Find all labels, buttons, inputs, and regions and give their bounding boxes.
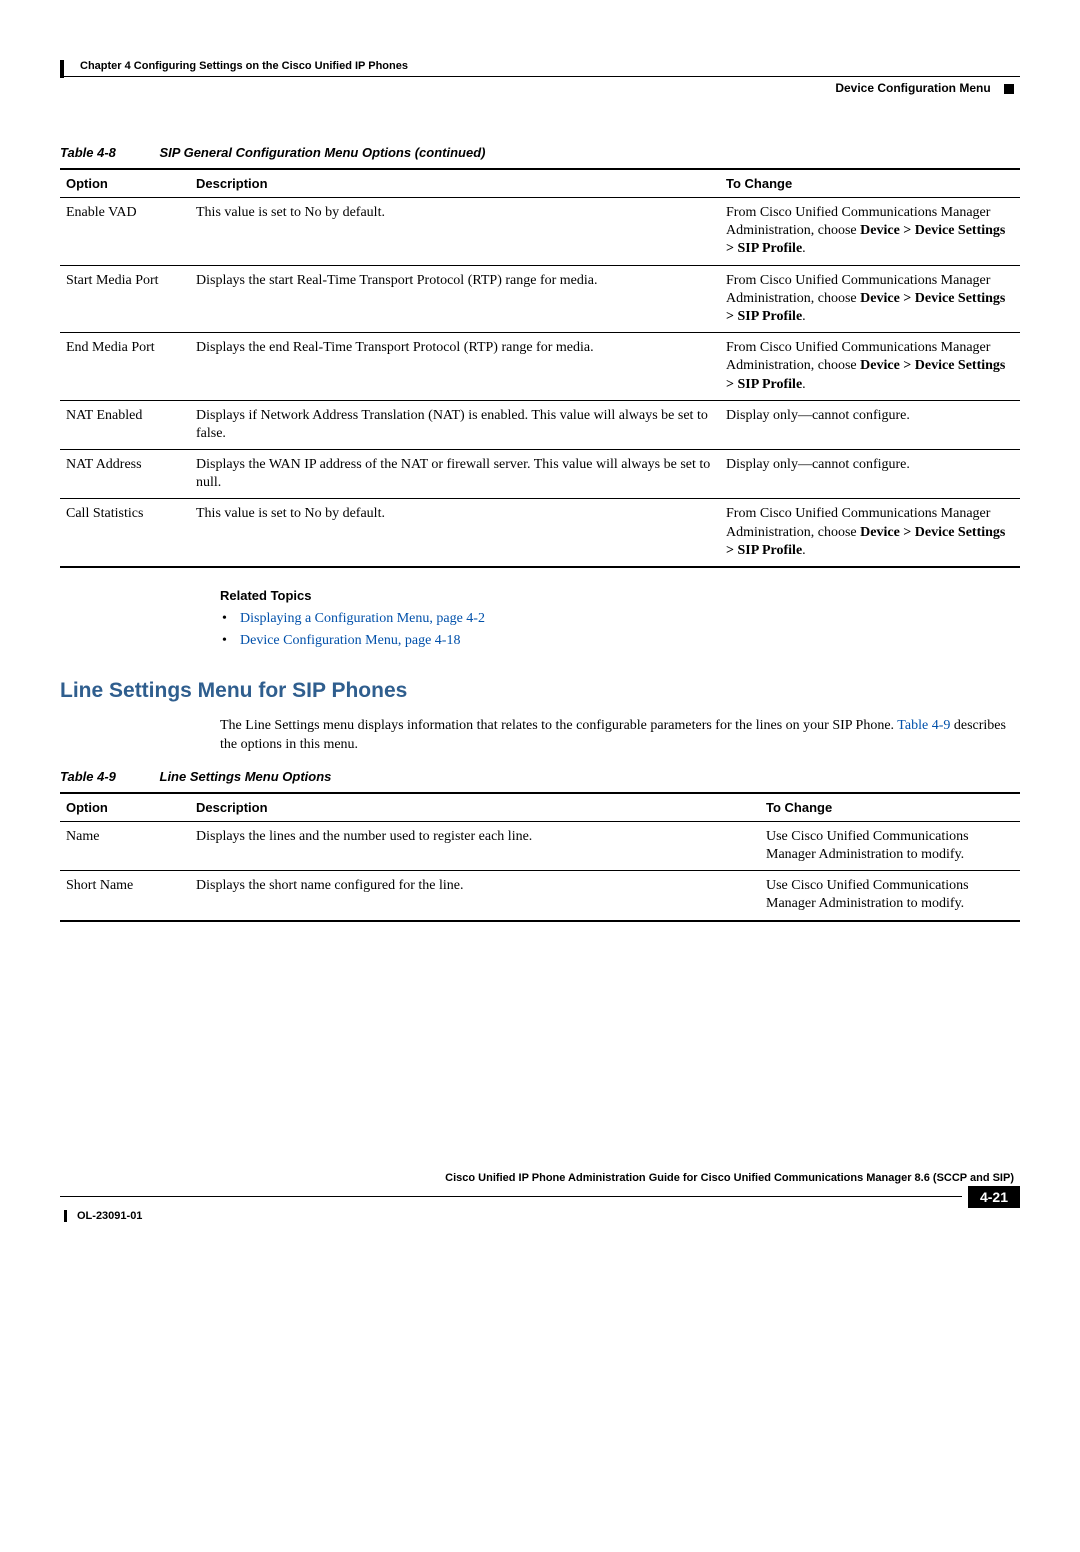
table-header: To Change [720, 169, 1020, 198]
para-text: The Line Settings menu displays informat… [220, 718, 897, 733]
description-cell: Displays if Network Address Translation … [190, 400, 720, 449]
table-4-9: Option Description To Change NameDisplay… [60, 792, 1020, 922]
table-header: To Change [760, 793, 1020, 822]
description-cell: Displays the WAN IP address of the NAT o… [190, 450, 720, 499]
description-cell: This value is set to No by default. [190, 198, 720, 266]
table-header: Option [60, 793, 190, 822]
option-cell: Short Name [60, 871, 190, 921]
to-change-cell: From Cisco Unified Communications Manage… [720, 198, 1020, 266]
section-paragraph: The Line Settings menu displays informat… [220, 717, 1020, 755]
table-row: NameDisplays the lines and the number us… [60, 821, 1020, 870]
description-cell: Displays the short name configured for t… [190, 871, 760, 921]
chapter-header: Chapter 4 Configuring Settings on the Ci… [80, 60, 1020, 72]
related-topics-heading: Related Topics [220, 588, 1020, 603]
to-change-cell: Use Cisco Unified Communications Manager… [760, 821, 1020, 870]
description-cell: Displays the end Real-Time Transport Pro… [190, 333, 720, 401]
document-number: OL-23091-01 [64, 1210, 1020, 1222]
option-cell: Enable VAD [60, 198, 190, 266]
to-change-cell: Use Cisco Unified Communications Manager… [760, 871, 1020, 921]
table-row: Call StatisticsThis value is set to No b… [60, 499, 1020, 567]
section-header-text: Device Configuration Menu [835, 81, 990, 95]
table-header: Option [60, 169, 190, 198]
table-4-8-title: SIP General Configuration Menu Options (… [160, 145, 486, 160]
to-change-cell: Display only—cannot configure. [720, 450, 1020, 499]
option-cell: Name [60, 821, 190, 870]
table-4-8-caption: Table 4-8 SIP General Configuration Menu… [60, 145, 1020, 160]
table-4-8: Option Description To Change Enable VADT… [60, 168, 1020, 568]
description-cell: This value is set to No by default. [190, 499, 720, 567]
related-topic-link[interactable]: Device Configuration Menu, page 4-18 [240, 633, 1020, 649]
table-row: End Media PortDisplays the end Real-Time… [60, 333, 1020, 401]
table-4-8-label: Table 4-8 [60, 145, 156, 160]
to-change-cell: From Cisco Unified Communications Manage… [720, 333, 1020, 401]
option-cell: Start Media Port [60, 265, 190, 333]
page-number: 4-21 [968, 1186, 1020, 1208]
table-4-9-label: Table 4-9 [60, 769, 156, 784]
section-marker-icon [1004, 84, 1014, 94]
table-header: Description [190, 169, 720, 198]
option-cell: Call Statistics [60, 499, 190, 567]
description-cell: Displays the lines and the number used t… [190, 821, 760, 870]
related-topic-link[interactable]: Displaying a Configuration Menu, page 4-… [240, 611, 1020, 627]
section-heading: Line Settings Menu for SIP Phones [60, 679, 1020, 703]
table-4-9-caption: Table 4-9 Line Settings Menu Options [60, 769, 1020, 784]
table-row: Enable VADThis value is set to No by def… [60, 198, 1020, 266]
table-row: Start Media PortDisplays the start Real-… [60, 265, 1020, 333]
to-change-cell: Display only—cannot configure. [720, 400, 1020, 449]
to-change-cell: From Cisco Unified Communications Manage… [720, 499, 1020, 567]
table-row: NAT EnabledDisplays if Network Address T… [60, 400, 1020, 449]
guide-title: Cisco Unified IP Phone Administration Gu… [60, 1172, 1020, 1184]
to-change-cell: From Cisco Unified Communications Manage… [720, 265, 1020, 333]
table-4-9-title: Line Settings Menu Options [160, 769, 332, 784]
table-row: Short NameDisplays the short name config… [60, 871, 1020, 921]
table-header: Description [190, 793, 760, 822]
header-crop-mark [60, 60, 64, 78]
table-reference-link[interactable]: Table 4-9 [897, 718, 950, 733]
page-footer: Cisco Unified IP Phone Administration Gu… [60, 1172, 1020, 1222]
footer-rule [60, 1196, 962, 1197]
header-rule [60, 76, 1020, 77]
related-topics-list: Displaying a Configuration Menu, page 4-… [240, 611, 1020, 649]
section-header: Device Configuration Menu [60, 81, 1020, 95]
description-cell: Displays the start Real-Time Transport P… [190, 265, 720, 333]
option-cell: End Media Port [60, 333, 190, 401]
table-row: NAT AddressDisplays the WAN IP address o… [60, 450, 1020, 499]
option-cell: NAT Enabled [60, 400, 190, 449]
option-cell: NAT Address [60, 450, 190, 499]
